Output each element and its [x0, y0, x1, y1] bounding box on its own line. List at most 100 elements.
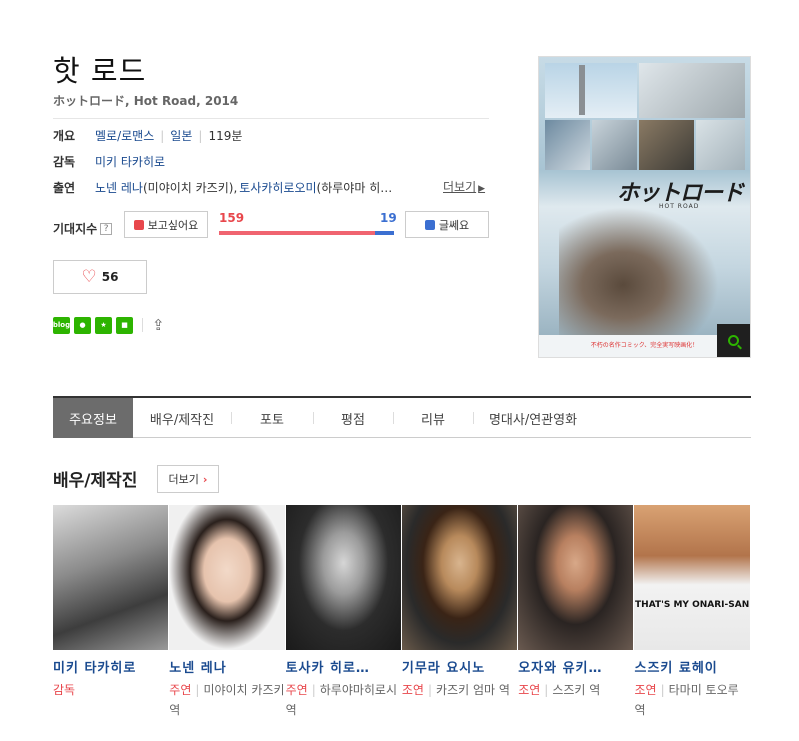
poster-lighthouse	[579, 65, 585, 115]
tab-main-info[interactable]: 주요정보	[53, 398, 133, 438]
line-icon[interactable]: ■	[116, 316, 133, 334]
heart-icon: ♡	[81, 267, 97, 287]
separator: |	[427, 683, 433, 697]
cast-item[interactable]: THAT'S MY ONARI-SAN 스즈키 료헤이 조연 | 타마미 토오루 역	[634, 505, 750, 720]
tab-review[interactable]: 리뷰	[393, 398, 473, 438]
poster-photo	[592, 120, 637, 170]
like-button[interactable]: ♡ 56	[53, 260, 147, 294]
cast-list: 미키 타카히로 감독 노넨 레나 주연 | 미야이치 카즈키 역 토사카 히로… 주…	[53, 505, 751, 720]
content-tabs: 주요정보 배우/제작진 포토 평점 리뷰 명대사/연관영화	[53, 396, 751, 438]
cast-photo[interactable]	[53, 505, 169, 650]
cast-name[interactable]: 스즈키 료헤이	[634, 657, 749, 676]
section-more-button[interactable]: 더보기 ›	[157, 465, 219, 493]
cast-type: 조연	[634, 683, 657, 697]
section-more-label: 더보기	[168, 473, 199, 486]
poster-photo	[545, 63, 637, 118]
movie-title: 핫 로드	[53, 54, 147, 88]
cast-name[interactable]: 기무라 요시노	[402, 657, 517, 676]
chevron-right-icon: ▶	[478, 184, 486, 194]
director-link[interactable]: 미키 타카히로	[95, 153, 165, 170]
cast-role-1: (미야이치 카즈키),	[142, 181, 238, 195]
cast-item[interactable]: 오자와 유키… 조연 | 스즈키 역	[518, 505, 634, 720]
poster-photo	[639, 63, 745, 118]
cast-item[interactable]: 미키 타카히로 감독	[53, 505, 169, 720]
share-icon[interactable]: ⇪	[152, 316, 165, 334]
genre-link[interactable]: 멜로/로맨스	[95, 127, 154, 144]
cast-label: 출연	[53, 181, 76, 195]
help-icon[interactable]: ?	[100, 222, 113, 235]
cast-character: 스즈키 역	[552, 683, 601, 697]
cast-name[interactable]: 오자와 유키…	[518, 657, 633, 676]
shirt-text: THAT'S MY ONARI-SAN	[635, 600, 750, 610]
cast-more-label: 더보기	[443, 180, 477, 194]
tab-photo[interactable]: 포토	[231, 398, 313, 438]
cast-photo[interactable]	[518, 505, 634, 650]
want-count: 159	[219, 211, 245, 225]
info-director-row: 감독 미키 타카히로	[53, 153, 165, 170]
magnifier-icon	[728, 335, 739, 346]
section-title: 배우/제작진	[53, 471, 138, 491]
cast-type: 조연	[518, 683, 541, 697]
separator: |	[195, 683, 200, 697]
zoom-button[interactable]	[717, 324, 750, 357]
poster-people	[559, 207, 719, 337]
runtime: 119분	[208, 129, 243, 143]
cast-type: 주연	[285, 683, 308, 697]
divider	[53, 118, 489, 119]
separator: |	[160, 128, 165, 143]
cast-name[interactable]: 노넨 레나	[169, 657, 284, 676]
country-link[interactable]: 일본	[170, 127, 192, 144]
cast-photo[interactable]	[401, 505, 518, 650]
cast-role: 조연 | 스즈키 역	[518, 680, 633, 700]
tab-rating[interactable]: 평점	[313, 398, 393, 438]
cast-role-2: (하루야마 히…	[316, 181, 393, 195]
want-button[interactable]: 보고싶어요	[124, 211, 208, 238]
cast-item[interactable]: 기무라 요시노 조연 | 카즈키 엄마 역	[401, 505, 518, 720]
cast-name[interactable]: 미키 타카히로	[53, 657, 168, 676]
like-count: 56	[101, 270, 119, 284]
separator: |	[198, 128, 203, 143]
separator: |	[544, 683, 549, 697]
meh-button[interactable]: 글쎄요	[405, 211, 489, 238]
cast-photo[interactable]	[169, 505, 285, 650]
tab-quotes-related[interactable]: 명대사/연관영화	[473, 398, 593, 438]
cast-item[interactable]: 노넨 레나 주연 | 미야이치 카즈키 역	[169, 505, 285, 720]
overview-label: 개요	[53, 129, 76, 143]
cast-item[interactable]: 토사카 히로… 주연 | 하루야마히로시 역	[285, 505, 401, 720]
naver-blog-icon[interactable]: blog	[53, 316, 70, 334]
cast-type: 주연	[169, 683, 192, 697]
cast-link-1[interactable]: 노넨 레나	[95, 179, 143, 196]
want-label: 보고싶어요	[147, 218, 199, 232]
share-row: blog ● ★ ■ ⇪	[53, 316, 165, 334]
cast-photo[interactable]	[285, 505, 401, 650]
cast-photo[interactable]: THAT'S MY ONARI-SAN	[634, 505, 750, 650]
movie-poster[interactable]: ホットロード HOT ROAD 不朽の名作コミック、完全実写映画化！	[538, 56, 751, 358]
director-label: 감독	[53, 155, 76, 169]
movie-subtitle: ホットロード, Hot Road, 2014	[53, 94, 239, 108]
tab-cast-crew[interactable]: 배우/제작진	[133, 398, 231, 438]
cast-type: 감독	[53, 683, 76, 697]
cast-role: 주연 | 하루야마히로시 역	[286, 680, 401, 720]
chevron-right-icon: ›	[202, 472, 208, 486]
meh-count: 19	[380, 211, 397, 225]
thumbs-down-icon	[424, 219, 435, 230]
cast-type: 조연	[401, 683, 424, 697]
expect-ratio-bar	[219, 231, 394, 235]
cast-link-2[interactable]: 토사카히로오미	[239, 179, 316, 196]
expect-label: 기대지수 ?	[53, 220, 113, 237]
poster-photo	[639, 120, 694, 170]
cast-role: 조연 | 카즈키 엄마 역	[402, 680, 517, 700]
thumbs-up-icon	[133, 219, 144, 230]
cast-role: 감독	[53, 680, 168, 700]
poster-photo	[545, 120, 590, 170]
separator	[142, 318, 143, 332]
cast-character: 카즈키 엄마 역	[436, 683, 510, 697]
cast-name[interactable]: 토사카 히로…	[286, 657, 401, 676]
expect-label-text: 기대지수	[53, 222, 98, 236]
info-cast-row: 출연 노넨 레나 (미야이치 카즈키), 토사카히로오미 (하루야마 히…	[53, 179, 392, 196]
cast-more-link[interactable]: 더보기 ▶	[443, 178, 485, 195]
band-icon[interactable]: ●	[74, 316, 91, 334]
meh-label: 글쎄요	[438, 218, 470, 232]
separator: |	[660, 683, 665, 697]
star-icon[interactable]: ★	[95, 316, 112, 334]
